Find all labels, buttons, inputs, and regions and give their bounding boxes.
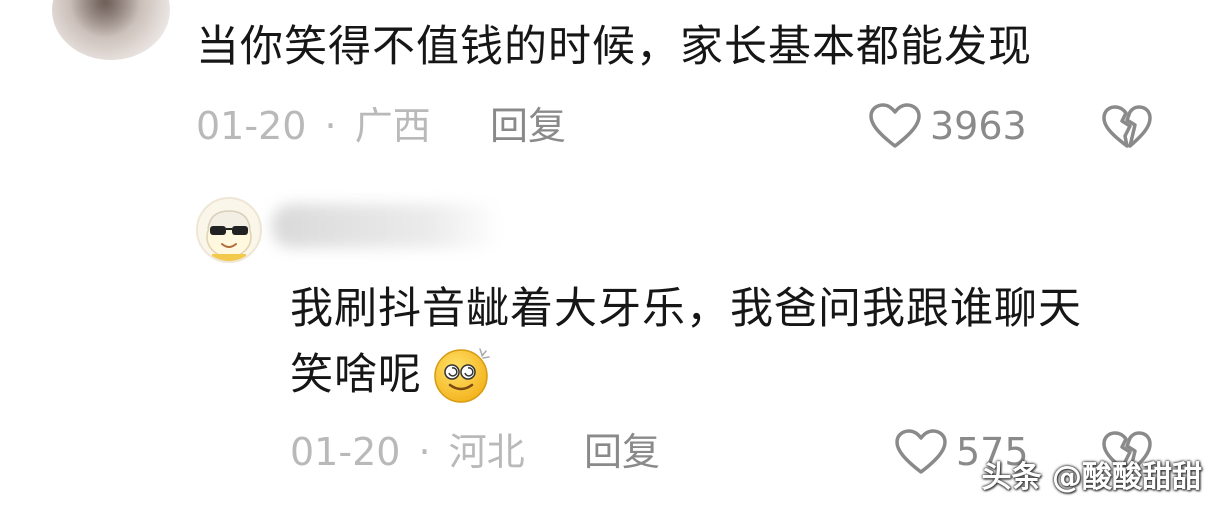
reply-button[interactable]: 回复 bbox=[490, 101, 566, 151]
heart-outline-icon[interactable] bbox=[868, 102, 922, 150]
dizzy-smile-emoji bbox=[432, 343, 494, 405]
reply-reply-button[interactable]: 回复 bbox=[584, 427, 660, 477]
commenter-avatar[interactable] bbox=[52, 0, 170, 60]
comment-meta: 01-20 · 广西 bbox=[196, 101, 431, 151]
watermark-brand: 头条 bbox=[981, 460, 1042, 495]
heart-outline-icon[interactable] bbox=[894, 428, 948, 476]
meta-separator: · bbox=[418, 430, 431, 474]
reply-username-blurred[interactable] bbox=[272, 204, 502, 248]
broken-heart-icon[interactable] bbox=[1100, 104, 1154, 150]
reply-text-line2: 笑啥呢 bbox=[290, 346, 422, 404]
comment-date: 01-20 bbox=[196, 104, 307, 148]
comment-location: 广西 bbox=[354, 104, 431, 148]
reply-text-line1: 我刷抖音龇着大牙乐，我爸问我跟谁聊天 bbox=[290, 284, 1082, 334]
watermark-handle: @酸酸甜甜 bbox=[1052, 460, 1202, 495]
reply-commenter-avatar[interactable] bbox=[196, 197, 262, 263]
watermark: 头条 @酸酸甜甜 bbox=[982, 458, 1202, 498]
meta-separator: · bbox=[324, 104, 337, 148]
like-count: 3963 bbox=[930, 104, 1027, 148]
reply-location: 河北 bbox=[448, 430, 525, 474]
reply-date: 01-20 bbox=[290, 430, 401, 474]
reply-text-line2-label: 笑啥呢 bbox=[290, 350, 422, 400]
cartoon-avatar-icon bbox=[206, 210, 252, 261]
reply-meta: 01-20 · 河北 bbox=[290, 427, 525, 477]
comment-text: 当你笑得不值钱的时候，家长基本都能发现 bbox=[196, 22, 1032, 72]
